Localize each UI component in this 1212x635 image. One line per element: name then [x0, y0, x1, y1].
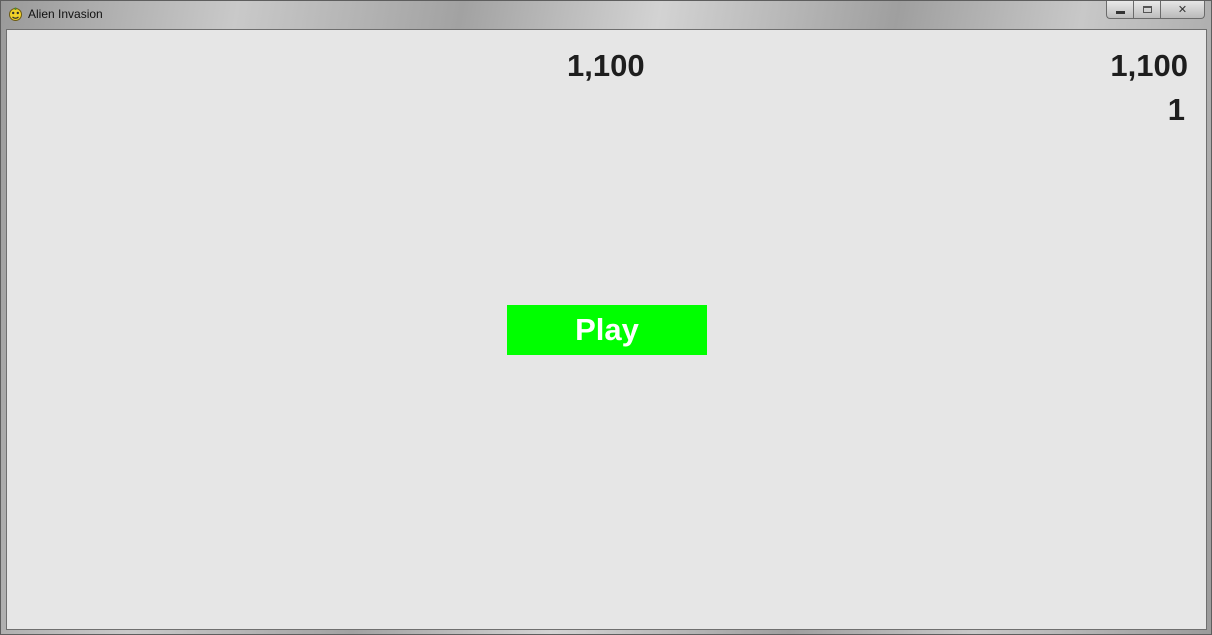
minimize-icon [1115, 10, 1125, 14]
close-icon: ✕ [1177, 4, 1188, 16]
window-title: Alien Invasion [28, 7, 103, 21]
high-score: 1,100 [1110, 48, 1188, 83]
play-button[interactable]: Play [507, 305, 707, 355]
window-controls: ✕ [1106, 1, 1205, 20]
game-surface[interactable]: 1,100 1,100 1 Play [6, 29, 1207, 630]
maximize-icon [1142, 6, 1152, 13]
maximize-button[interactable] [1133, 1, 1160, 19]
current-score: 1,100 [567, 48, 645, 83]
close-button[interactable]: ✕ [1160, 1, 1205, 19]
level-indicator: 1 [1167, 92, 1185, 127]
minimize-button[interactable] [1106, 1, 1133, 19]
game-window: Alien Invasion ✕ 1,100 1,100 1 Play [0, 0, 1212, 635]
pygame-snake-icon [9, 7, 22, 21]
title-bar[interactable]: Alien Invasion ✕ [1, 1, 1211, 28]
